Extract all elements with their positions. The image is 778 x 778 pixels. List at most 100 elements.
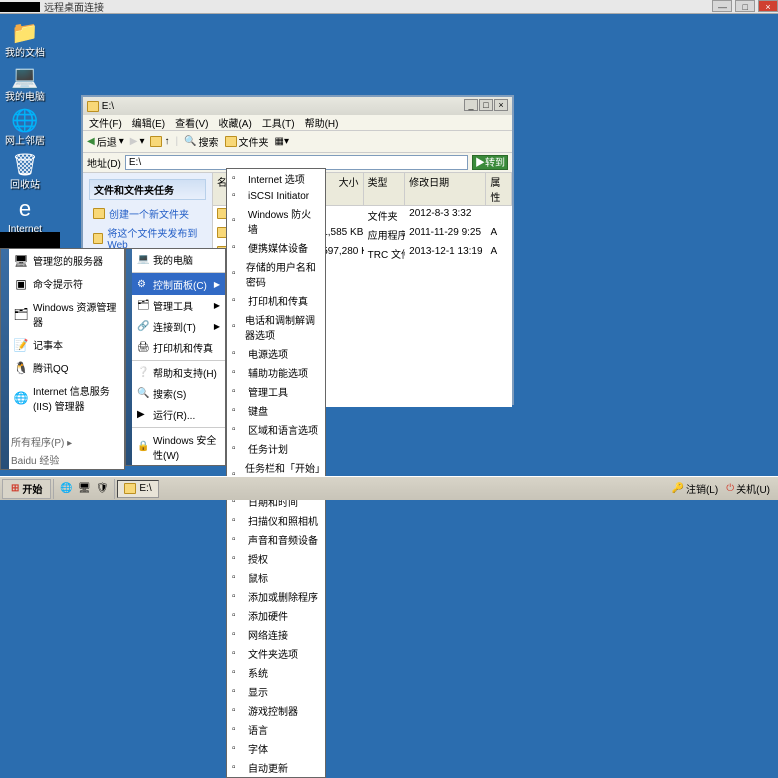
start-item[interactable]: 🌐Internet 信息服务 (IIS) 管理器 [9, 379, 124, 417]
submenu-item[interactable]: 🔒Windows 安全性(W) [132, 427, 225, 465]
cpanel-item[interactable]: ▫Internet 选项 [227, 169, 325, 188]
start-item[interactable]: ▣命令提示符 [9, 272, 124, 295]
cpanel-icon: ▫ [232, 648, 244, 660]
cpanel-item[interactable]: ▫字体 [227, 739, 325, 758]
taskbar-item[interactable]: E:\ [117, 480, 158, 498]
cpanel-item[interactable]: ▫添加硬件 [227, 606, 325, 625]
maximize-button[interactable]: □ [479, 99, 493, 111]
cpanel-item[interactable]: ▫电话和调制解调器选项 [227, 310, 325, 344]
cpanel-item[interactable]: ▫任务计划 [227, 439, 325, 458]
cpanel-item[interactable]: ▫文件夹选项 [227, 644, 325, 663]
cpanel-icon: ▫ [232, 610, 244, 622]
cpanel-item[interactable]: ▫声音和音频设备 [227, 530, 325, 549]
cpanel-item[interactable]: ▫显示 [227, 682, 325, 701]
cpanel-item[interactable]: ▫网络连接 [227, 625, 325, 644]
submenu-item[interactable]: 🔗连接到(T)▶ [132, 316, 225, 337]
search-button[interactable]: 🔍搜索 [184, 134, 218, 149]
desktop-icon-recycle[interactable]: 🗑回收站 [4, 152, 46, 191]
task-header: 文件和文件夹任务 [89, 179, 206, 200]
minimize-button[interactable]: _ [464, 99, 478, 111]
cpanel-icon: ▫ [232, 443, 244, 455]
folder-icon [87, 101, 99, 112]
cpanel-item[interactable]: ▫区域和语言选项 [227, 420, 325, 439]
cpanel-item[interactable]: ▫游戏控制器 [227, 701, 325, 720]
cpanel-item[interactable]: ▫语言 [227, 720, 325, 739]
cpanel-item[interactable]: ▫便携媒体设备 [227, 238, 325, 257]
menu-item[interactable]: 帮助(H) [305, 115, 339, 130]
cpanel-item[interactable]: ▫管理工具 [227, 382, 325, 401]
close-button[interactable]: × [758, 0, 778, 12]
task-link[interactable]: 创建一个新文件夹 [89, 204, 206, 223]
submenu-item[interactable]: 💻我的电脑 [132, 249, 225, 270]
start-button[interactable]: ⊞开始 [2, 479, 51, 499]
quick-launch: 🌐 🖥 🛡 [53, 479, 115, 499]
close-button[interactable]: × [494, 99, 508, 111]
ql-icon[interactable]: 🖥 [76, 481, 92, 497]
explorer-titlebar[interactable]: E:\ _ □ × [83, 97, 512, 115]
network-icon: 🌐 [10, 108, 40, 134]
program-icon: 🌐 [14, 391, 28, 405]
minimize-button[interactable]: — [712, 0, 732, 12]
start-submenu: 💻我的电脑⚙控制面板(C)▶🗂管理工具▶🔗连接到(T)▶🖨打印机和传真❔帮助和支… [125, 248, 226, 466]
start-user-bar [0, 232, 60, 248]
menu-item[interactable]: 工具(T) [262, 115, 295, 130]
menu-icon: ▶ [137, 409, 149, 421]
cpanel-item[interactable]: ▫iSCSI Initiator [227, 188, 325, 204]
cpanel-icon: ▫ [232, 190, 244, 202]
logout-button[interactable]: 🔑注销(L) [672, 481, 719, 496]
cpanel-icon: ▫ [232, 667, 244, 679]
start-item[interactable]: 🐧腾讯QQ [9, 356, 124, 379]
up-button[interactable]: ↑ [150, 136, 169, 147]
explorer-toolbar: ◀后退 ▾ ▶ ▾ ↑ | 🔍搜索 文件夹 ▦▾ [83, 131, 512, 153]
maximize-button[interactable]: □ [735, 0, 755, 12]
folders-button[interactable]: 文件夹 [225, 134, 269, 149]
submenu-item[interactable]: 🔍搜索(S) [132, 383, 225, 404]
watermark: Baidu 经验 [11, 452, 120, 467]
folder-icon [124, 483, 136, 494]
cpanel-item[interactable]: ▫辅助功能选项 [227, 363, 325, 382]
cpanel-item[interactable]: ▫添加或删除程序 [227, 587, 325, 606]
cpanel-item[interactable]: ▫电源选项 [227, 344, 325, 363]
cpanel-item[interactable]: ▫打印机和传真 [227, 291, 325, 310]
menu-icon: 💻 [137, 254, 149, 266]
views-button[interactable]: ▦▾ [275, 136, 289, 147]
cpanel-item[interactable]: ▫存储的用户名和密码 [227, 257, 325, 291]
go-button[interactable]: ▶转到 [472, 155, 508, 170]
submenu-item[interactable]: 🗂管理工具▶ [132, 295, 225, 316]
desktop-icon-mydocs[interactable]: 📁我的文档 [4, 20, 46, 59]
menu-item[interactable]: 查看(V) [175, 115, 208, 130]
rdp-title: 远程桌面连接 [44, 0, 104, 14]
ql-icon[interactable]: 🌐 [58, 481, 74, 497]
cpanel-item[interactable]: ▫系统 [227, 663, 325, 682]
cpanel-item[interactable]: ▫鼠标 [227, 568, 325, 587]
submenu-item[interactable]: 🖨打印机和传真 [132, 337, 225, 358]
cpanel-icon: ▫ [232, 321, 241, 333]
desktop-icon-network[interactable]: 🌐网上邻居 [4, 108, 46, 147]
desktop-icon-mycomp[interactable]: 💻我的电脑 [4, 64, 46, 103]
cpanel-icon: ▫ [232, 553, 244, 565]
cpanel-icon: ▫ [232, 724, 244, 736]
cpanel-item[interactable]: ▫自动更新 [227, 758, 325, 777]
start-item[interactable]: 📝记事本 [9, 333, 124, 356]
back-button[interactable]: ◀后退 ▾ [87, 134, 124, 149]
menu-item[interactable]: 编辑(E) [132, 115, 165, 130]
submenu-item[interactable]: ▶运行(R)... [132, 404, 225, 425]
taskbar: ⊞开始 🌐 🖥 🛡 E:\ 🔑注销(L) ⏻关机(U) [0, 476, 778, 500]
cpanel-icon: ▫ [232, 386, 244, 398]
menu-item[interactable]: 收藏(A) [218, 115, 251, 130]
cpanel-icon: ▫ [232, 348, 244, 360]
cpanel-item[interactable]: ▫扫描仪和照相机 [227, 511, 325, 530]
cpanel-icon: ▫ [232, 295, 244, 307]
forward-button[interactable]: ▶ ▾ [130, 136, 145, 147]
cpanel-item[interactable]: ▫Windows 防火墙 [227, 204, 325, 238]
cpanel-item[interactable]: ▫键盘 [227, 401, 325, 420]
start-item[interactable]: 🖥管理您的服务器 [9, 249, 124, 272]
ql-icon[interactable]: 🛡 [94, 481, 110, 497]
menu-item[interactable]: 文件(F) [89, 115, 122, 130]
all-programs[interactable]: 所有程序(P) ▸ [11, 434, 120, 449]
submenu-item[interactable]: ❔帮助和支持(H) [132, 360, 225, 383]
shutdown-button[interactable]: ⏻关机(U) [726, 481, 770, 496]
submenu-item[interactable]: ⚙控制面板(C)▶ [132, 272, 225, 295]
cpanel-item[interactable]: ▫授权 [227, 549, 325, 568]
start-item[interactable]: 🗂Windows 资源管理器 [9, 295, 124, 333]
